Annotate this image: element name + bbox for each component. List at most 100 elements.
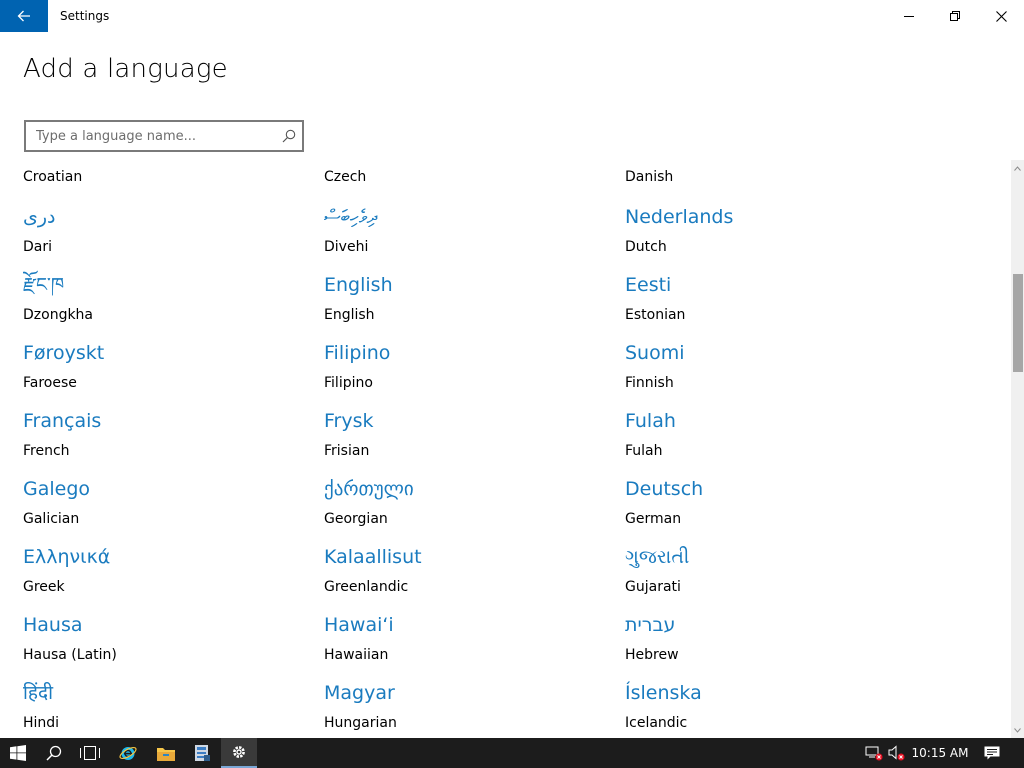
- chevron-up-icon: [1014, 165, 1021, 171]
- scroll-thumb[interactable]: [1013, 274, 1023, 372]
- language-english-name: German: [625, 511, 682, 527]
- action-center-button[interactable]: [976, 738, 1008, 768]
- language-item[interactable]: ދިވެހިބަސް Divehi: [324, 204, 614, 270]
- language-list: Croatian Czech Danish دری Dari ދިވެހިބަސް Dive…: [23, 164, 1003, 736]
- language-english-name: Hungarian: [324, 715, 397, 731]
- language-native-name: Íslenska: [625, 682, 702, 704]
- language-native-name: Deutsch: [625, 478, 704, 500]
- restore-button[interactable]: [932, 0, 978, 32]
- search-icon: [46, 745, 62, 761]
- language-english-name: Hindi: [23, 715, 60, 731]
- server-manager-button[interactable]: [184, 738, 220, 768]
- language-native-name: Magyar: [324, 682, 395, 704]
- language-item[interactable]: Føroyskt Faroese: [23, 340, 313, 406]
- language-native-name: עברית: [625, 614, 676, 636]
- language-item[interactable]: Nederlands Dutch: [625, 204, 915, 270]
- file-explorer-icon: [157, 747, 175, 761]
- language-item[interactable]: Frysk Frisian: [324, 408, 614, 474]
- language-item[interactable]: Magyar Hungarian: [324, 680, 614, 736]
- language-native-name: Français: [23, 410, 102, 432]
- language-native-name: Frysk: [324, 410, 374, 432]
- internet-explorer-button[interactable]: [110, 738, 146, 768]
- close-icon: [995, 10, 1007, 22]
- language-english-name: Greek: [23, 579, 65, 595]
- task-view-button[interactable]: [72, 738, 108, 768]
- window-title: Settings: [60, 9, 110, 23]
- language-native-name: Hausa: [23, 614, 83, 636]
- language-english-name: English: [324, 307, 375, 323]
- scroll-up-button[interactable]: [1011, 160, 1024, 176]
- file-explorer-button[interactable]: [148, 738, 184, 768]
- minimize-button[interactable]: [886, 0, 932, 32]
- language-item[interactable]: ქართული Georgian: [324, 476, 614, 542]
- action-center-icon: [984, 746, 1000, 760]
- language-english-name: Faroese: [23, 375, 77, 391]
- language-english-name: Finnish: [625, 375, 674, 391]
- language-native-name: Filipino: [324, 342, 391, 364]
- language-item[interactable]: دری Dari: [23, 204, 313, 270]
- title-bar: Settings: [0, 0, 1024, 32]
- taskbar: 10:15 AM: [0, 738, 1024, 768]
- scroll-down-button[interactable]: [1011, 722, 1024, 738]
- language-english-name: Hebrew: [625, 647, 679, 663]
- vertical-scrollbar[interactable]: [1011, 160, 1024, 738]
- language-english-name: Fulah: [625, 443, 663, 459]
- language-item[interactable]: Eesti Estonian: [625, 272, 915, 338]
- language-english-name: Croatian: [23, 169, 83, 185]
- language-english-name: Hausa (Latin): [23, 647, 117, 663]
- language-english-name: Danish: [625, 169, 674, 185]
- language-item[interactable]: Hausa Hausa (Latin): [23, 612, 313, 678]
- language-english-name: Hawaiian: [324, 647, 389, 663]
- language-native-name: हिंदी: [23, 682, 54, 704]
- network-disconnected-icon: [865, 746, 883, 761]
- language-native-name: Suomi: [625, 342, 685, 364]
- network-tray-button[interactable]: [862, 738, 886, 768]
- language-native-name: Føroyskt: [23, 342, 105, 364]
- language-item[interactable]: Filipino Filipino: [324, 340, 614, 406]
- language-item[interactable]: हिंदी Hindi: [23, 680, 313, 736]
- volume-tray-button[interactable]: [886, 738, 908, 768]
- close-button[interactable]: [978, 0, 1024, 32]
- language-search-input[interactable]: [26, 122, 276, 150]
- language-native-name: ગુજરાતી: [625, 546, 690, 568]
- start-button[interactable]: [0, 738, 36, 768]
- language-item[interactable]: Français French: [23, 408, 313, 474]
- language-item[interactable]: עברית Hebrew: [625, 612, 915, 678]
- language-native-name: English: [324, 274, 393, 296]
- language-item[interactable]: རྫོང་ཁ Dzongkha: [23, 272, 313, 338]
- language-english-name: Galician: [23, 511, 80, 527]
- search-icon[interactable]: [282, 129, 296, 143]
- language-english-name: Dari: [23, 239, 53, 255]
- language-english-name: Greenlandic: [324, 579, 409, 595]
- language-item[interactable]: Galego Galician: [23, 476, 313, 542]
- language-item[interactable]: English English: [324, 272, 614, 338]
- taskbar-clock[interactable]: 10:15 AM: [908, 738, 972, 768]
- language-item[interactable]: Ελληνικά Greek: [23, 544, 313, 610]
- internet-explorer-icon: [119, 746, 137, 760]
- language-english-name: Filipino: [324, 375, 373, 391]
- back-arrow-icon: [17, 10, 30, 22]
- language-native-name: Ελληνικά: [23, 546, 111, 568]
- language-english-name: Dzongkha: [23, 307, 94, 323]
- settings-taskbar-button[interactable]: [221, 738, 257, 768]
- page-title: Add a language: [23, 54, 228, 84]
- language-item[interactable]: Íslenska Icelandic: [625, 680, 915, 736]
- language-item[interactable]: Suomi Finnish: [625, 340, 915, 406]
- language-native-name: Kalaallisut: [324, 546, 422, 568]
- language-native-name: Nederlands: [625, 206, 734, 228]
- language-item[interactable]: Fulah Fulah: [625, 408, 915, 474]
- windows-start-icon: [10, 745, 26, 761]
- language-item[interactable]: ગુજરાતી Gujarati: [625, 544, 915, 610]
- language-english-name: Gujarati: [625, 579, 681, 595]
- language-search-box[interactable]: [24, 120, 304, 152]
- language-native-name: Eesti: [625, 274, 672, 296]
- language-english-name: Dutch: [625, 239, 667, 255]
- language-english-name: Icelandic: [625, 715, 688, 731]
- taskbar-search-button[interactable]: [36, 738, 72, 768]
- back-button[interactable]: [0, 0, 48, 32]
- language-native-name: Fulah: [625, 410, 676, 432]
- language-item[interactable]: Deutsch German: [625, 476, 915, 542]
- language-item[interactable]: Hawaiʻi Hawaiian: [324, 612, 614, 678]
- language-item[interactable]: Kalaallisut Greenlandic: [324, 544, 614, 610]
- language-english-name: Divehi: [324, 239, 369, 255]
